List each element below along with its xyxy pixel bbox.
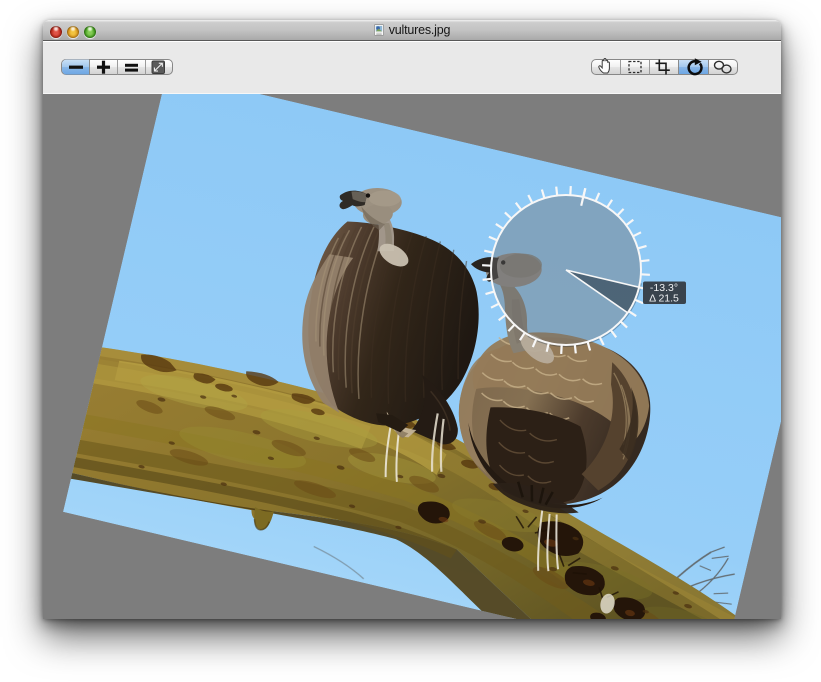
svg-text:Δ 21.5: Δ 21.5 <box>649 293 679 305</box>
